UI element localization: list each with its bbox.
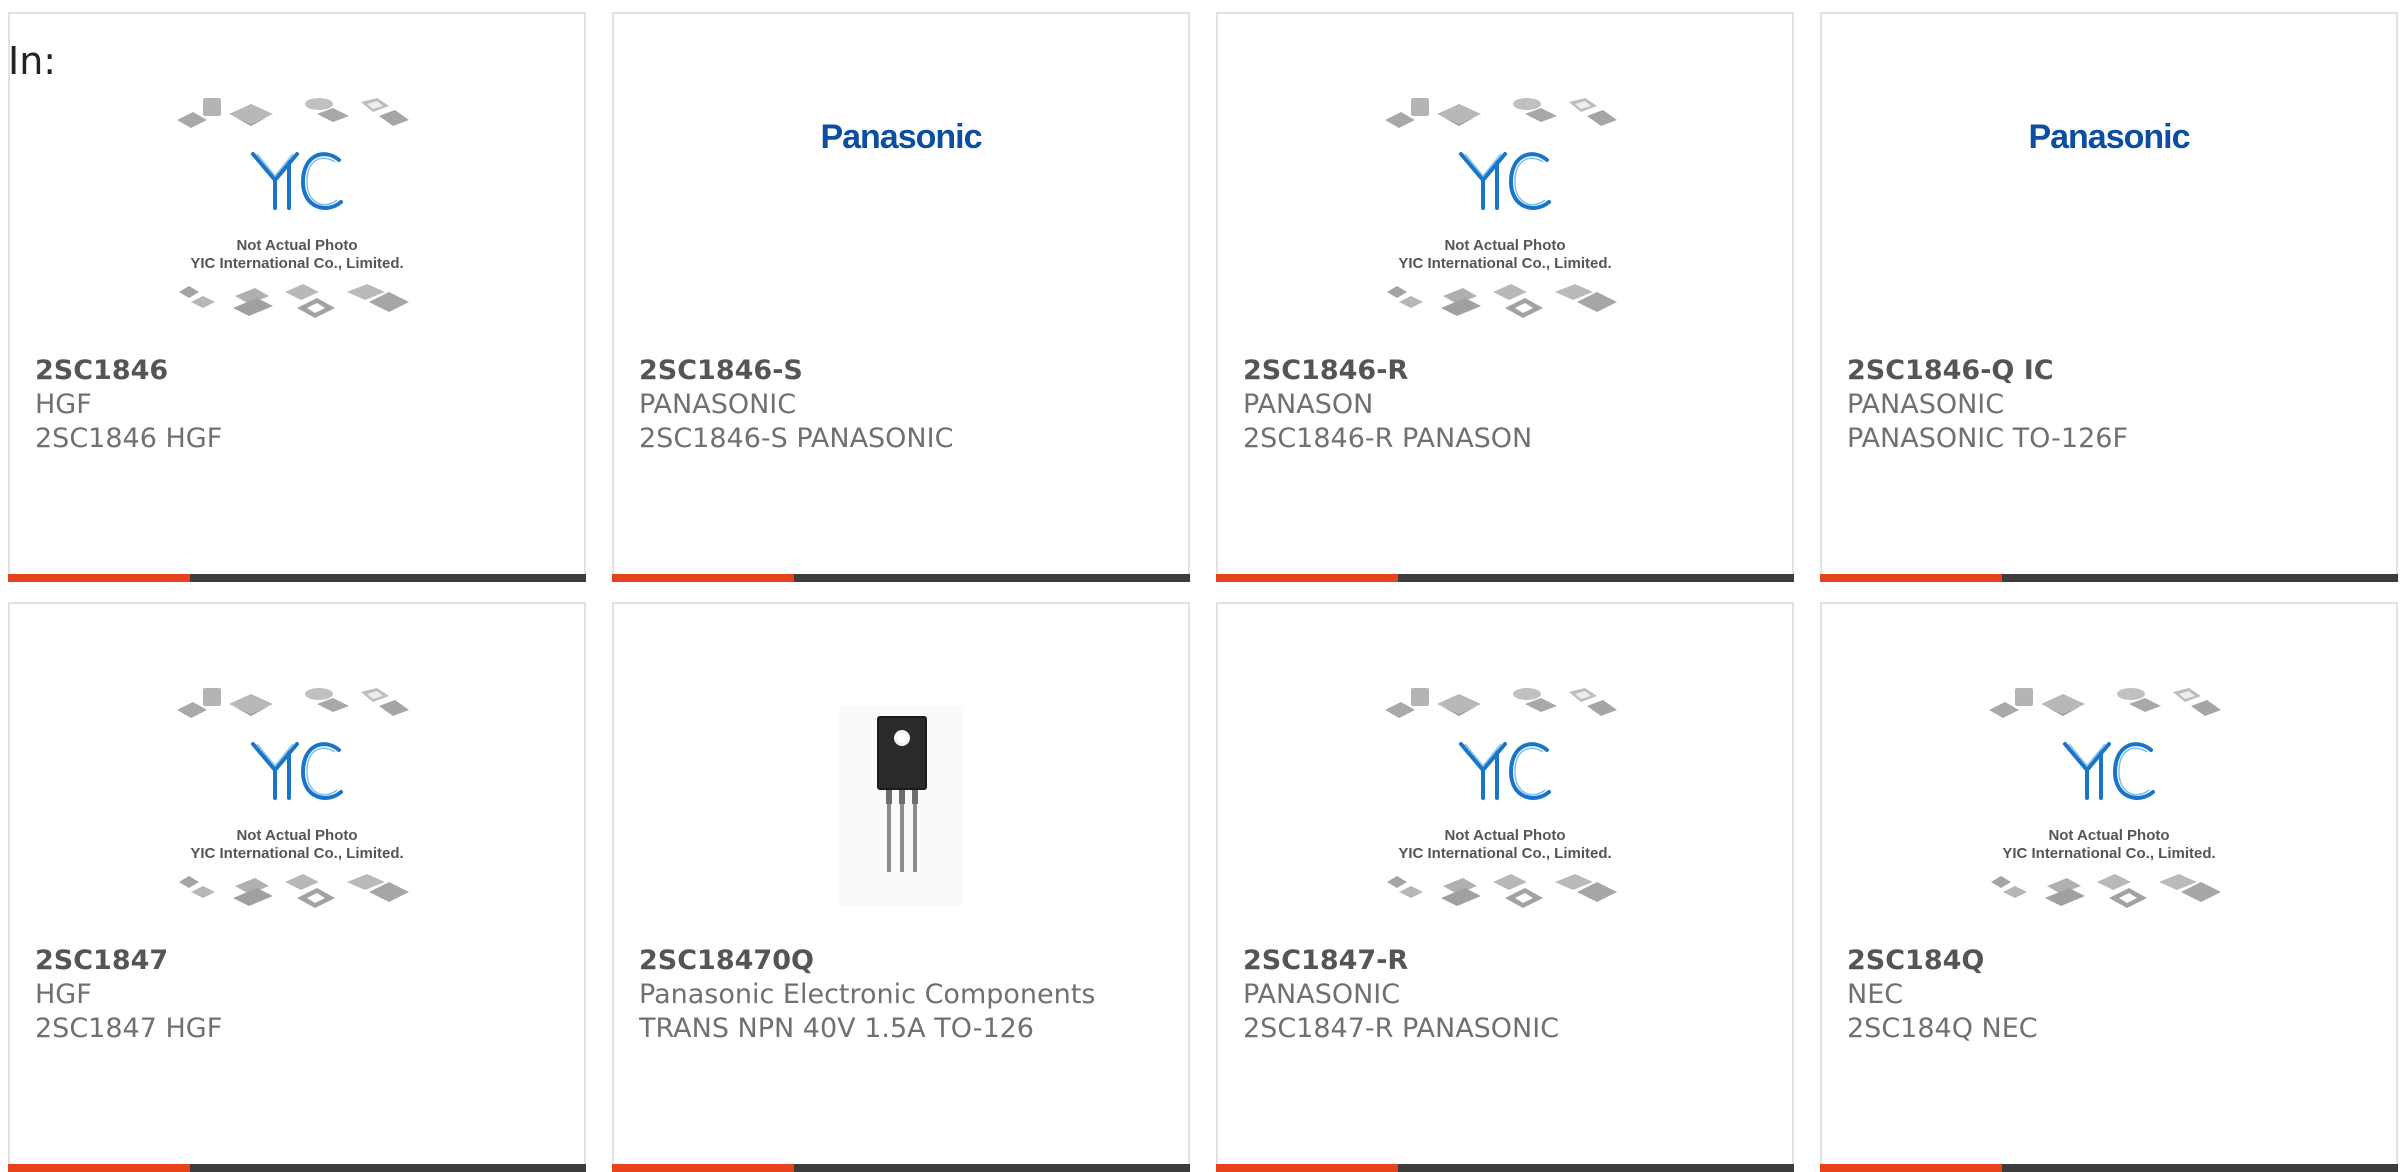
manufacturer: HGF [35, 979, 92, 1010]
brand-logo-text: Panasonic [2028, 118, 2189, 156]
product-image[interactable]: Not Actual Photo YIC International Co., … [1218, 96, 1792, 336]
manufacturer: PANASONIC [1847, 389, 2005, 420]
product-image[interactable]: Not Actual Photo YIC International Co., … [1822, 686, 2396, 926]
card-bottom-bar [612, 1164, 1190, 1172]
part-number-link[interactable]: 2SC1846-R [1243, 354, 1782, 388]
placeholder-caption-line2: YIC International Co., Limited. [1398, 255, 1611, 272]
product-image[interactable]: Not Actual Photo YIC International Co., … [1218, 686, 1792, 926]
card-bottom-bar [1820, 574, 2398, 582]
product-card[interactable]: Not Actual Photo YIC International Co., … [1216, 602, 1794, 1172]
description: 2SC1846-R PANASON [1243, 423, 1533, 454]
description: PANASONIC TO-126F [1847, 423, 2128, 454]
part-number-link[interactable]: 2SC1846 [35, 354, 574, 388]
transistor-photo [839, 706, 963, 906]
yic-placeholder-image: Not Actual Photo YIC International Co., … [1383, 96, 1619, 320]
part-number-link[interactable]: 2SC184Q [1847, 944, 2386, 978]
panasonic-logo-image: Panasonic [2028, 118, 2190, 156]
description: 2SC1847-R PANASONIC [1243, 1013, 1560, 1044]
placeholder-caption-line2: YIC International Co., Limited. [1398, 845, 1611, 862]
placeholder-caption-line1: Not Actual Photo [236, 827, 357, 844]
product-card[interactable]: Not Actual Photo YIC International Co., … [1820, 602, 2398, 1172]
part-number-link[interactable]: 2SC18470Q [639, 944, 1178, 978]
manufacturer: PANASON [1243, 389, 1374, 420]
description: 2SC1846-S PANASONIC [639, 423, 954, 454]
brand-logo-text: Panasonic [820, 118, 981, 156]
filter-label: In: [8, 39, 57, 83]
product-card[interactable]: Not Actual Photo YIC International Co., … [8, 602, 586, 1172]
description: 2SC1847 HGF [35, 1013, 223, 1044]
product-image[interactable]: Panasonic [1822, 96, 2396, 336]
product-image[interactable]: Not Actual Photo YIC International Co., … [10, 686, 584, 926]
product-card[interactable]: 2SC18470Q Panasonic Electronic Component… [612, 602, 1190, 1172]
yic-placeholder-image: Not Actual Photo YIC International Co., … [175, 96, 411, 320]
card-bottom-bar [8, 1164, 586, 1172]
manufacturer: HGF [35, 389, 92, 420]
product-card[interactable]: Panasonic 2SC1846-Q IC PANASONIC PANASON… [1820, 12, 2398, 582]
yic-placeholder-image: Not Actual Photo YIC International Co., … [175, 686, 411, 910]
part-number-link[interactable]: 2SC1847-R [1243, 944, 1782, 978]
placeholder-caption-line2: YIC International Co., Limited. [190, 845, 403, 862]
card-bottom-bar [612, 574, 1190, 582]
part-number-link[interactable]: 2SC1846-Q IC [1847, 354, 2386, 388]
product-grid: Not Actual Photo YIC International Co., … [8, 12, 2398, 1172]
panasonic-logo-image: Panasonic [820, 118, 982, 156]
placeholder-caption-line1: Not Actual Photo [236, 237, 357, 254]
placeholder-caption-line2: YIC International Co., Limited. [190, 255, 403, 272]
part-number-link[interactable]: 2SC1847 [35, 944, 574, 978]
manufacturer: Panasonic Electronic Components [639, 979, 1096, 1010]
product-card[interactable]: Not Actual Photo YIC International Co., … [8, 12, 586, 582]
yic-placeholder-image: Not Actual Photo YIC International Co., … [1987, 686, 2223, 910]
manufacturer: PANASONIC [1243, 979, 1401, 1010]
placeholder-caption-line1: Not Actual Photo [2048, 827, 2169, 844]
card-bottom-bar [1216, 1164, 1794, 1172]
part-number-link[interactable]: 2SC1846-S [639, 354, 1178, 388]
product-card[interactable]: Not Actual Photo YIC International Co., … [1216, 12, 1794, 582]
card-bottom-bar [1216, 574, 1794, 582]
description: TRANS NPN 40V 1.5A TO-126 [639, 1013, 1034, 1044]
product-image[interactable] [614, 686, 1188, 926]
manufacturer: PANASONIC [639, 389, 797, 420]
product-image[interactable]: Panasonic [614, 96, 1188, 336]
product-card[interactable]: Panasonic 2SC1846-S PANASONIC 2SC1846-S … [612, 12, 1190, 582]
placeholder-caption-line2: YIC International Co., Limited. [2002, 845, 2215, 862]
description: 2SC1846 HGF [35, 423, 223, 454]
placeholder-caption-line1: Not Actual Photo [1444, 827, 1565, 844]
placeholder-caption-line1: Not Actual Photo [1444, 237, 1565, 254]
description: 2SC184Q NEC [1847, 1013, 2038, 1044]
product-image[interactable]: Not Actual Photo YIC International Co., … [10, 96, 584, 336]
card-bottom-bar [8, 574, 586, 582]
yic-placeholder-image: Not Actual Photo YIC International Co., … [1383, 686, 1619, 910]
manufacturer: NEC [1847, 979, 1904, 1010]
card-bottom-bar [1820, 1164, 2398, 1172]
